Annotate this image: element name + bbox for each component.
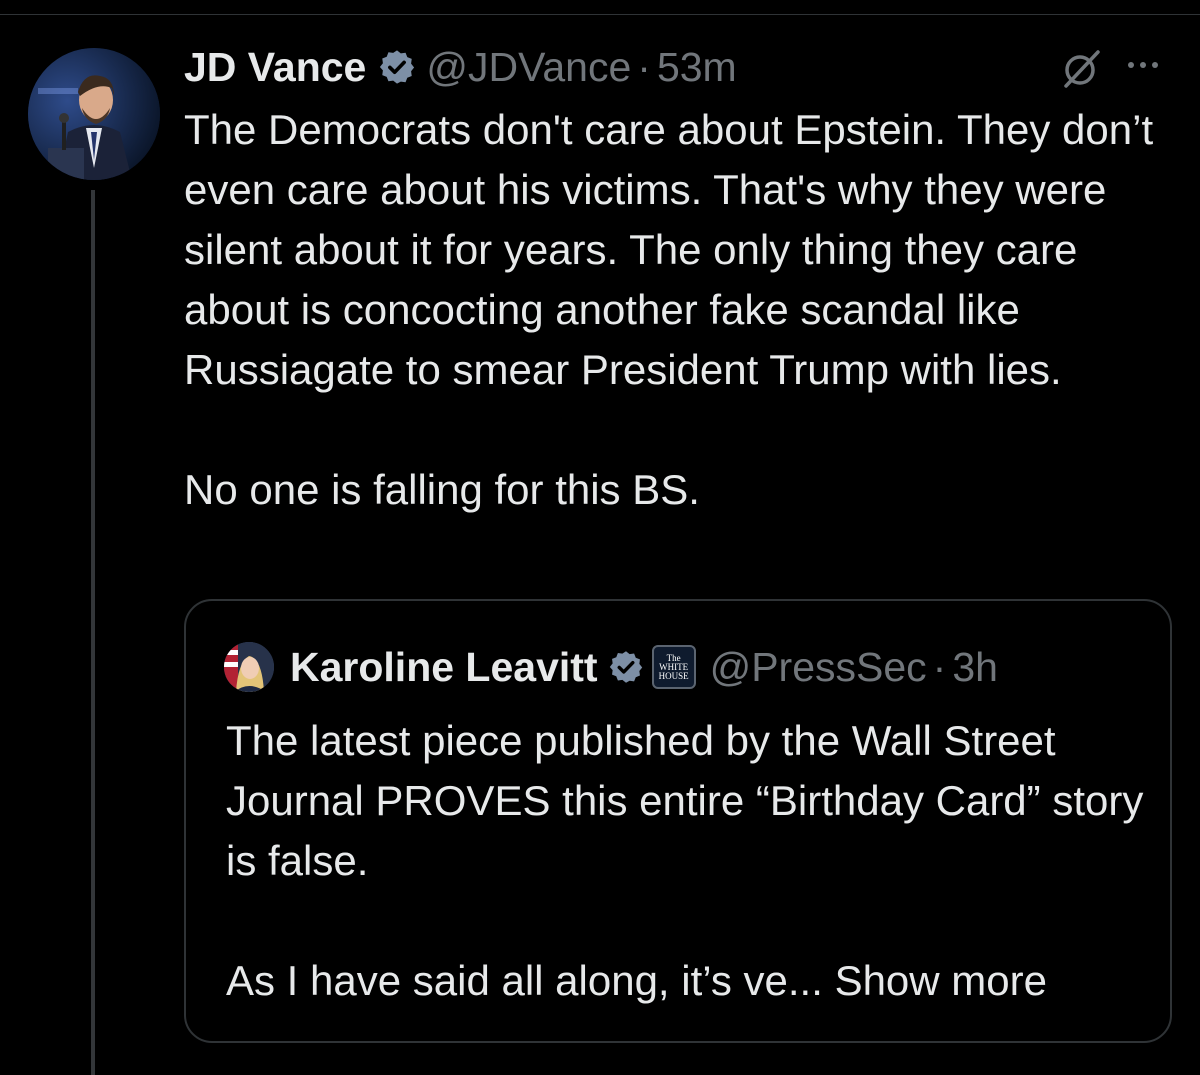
quoted-author-name[interactable]: Karoline Leavitt xyxy=(290,644,598,691)
separator-dot: · xyxy=(932,643,947,690)
white-house-affiliate-badge-icon[interactable]: The WHITE HOUSE xyxy=(651,645,696,689)
more-dot xyxy=(1128,62,1134,68)
quoted-paragraph-truncated: As I have said all along, it’s ve... Sho… xyxy=(226,951,1146,1011)
quoted-paragraph: The latest piece published by the Wall S… xyxy=(226,717,1144,884)
tweet-header: JD Vance @JDVance · 53m xyxy=(184,42,737,92)
separator-dot: · xyxy=(637,43,651,90)
more-options-icon[interactable] xyxy=(1128,62,1158,68)
quoted-tweet-card[interactable]: Karoline Leavitt The WHITE HOUSE @PressS… xyxy=(184,599,1172,1043)
thread-connector-line xyxy=(91,190,95,1075)
author-name[interactable]: JD Vance xyxy=(184,44,366,91)
quoted-tweet-header: Karoline Leavitt The WHITE HOUSE @PressS… xyxy=(224,641,998,693)
top-divider xyxy=(0,14,1200,15)
timestamp[interactable]: 53m xyxy=(657,44,737,91)
quoted-timestamp[interactable]: 3h xyxy=(952,644,998,691)
avatar-image xyxy=(28,48,160,180)
quoted-tweet-body: The latest piece published by the Wall S… xyxy=(226,711,1146,1011)
more-dot xyxy=(1140,62,1146,68)
affiliate-badge-line: HOUSE xyxy=(658,670,689,681)
verified-badge-icon[interactable] xyxy=(608,649,644,685)
avatar[interactable] xyxy=(28,48,160,180)
quoted-author-handle[interactable]: @PressSec xyxy=(710,644,927,691)
truncated-text: As I have said all along, it’s ve... xyxy=(226,957,835,1004)
show-more-link[interactable]: Show more xyxy=(835,957,1047,1004)
tweet-paragraph: No one is falling for this BS. xyxy=(184,466,700,513)
author-handle[interactable]: @JDVance xyxy=(426,44,631,91)
more-dot xyxy=(1152,62,1158,68)
tweet-paragraph: The Democrats don't care about Epstein. … xyxy=(184,106,1154,393)
tweet-body: The Democrats don't care about Epstein. … xyxy=(184,100,1184,520)
verified-badge-icon[interactable] xyxy=(378,48,416,86)
quoted-avatar[interactable] xyxy=(224,642,274,692)
grok-icon[interactable] xyxy=(1060,48,1102,95)
